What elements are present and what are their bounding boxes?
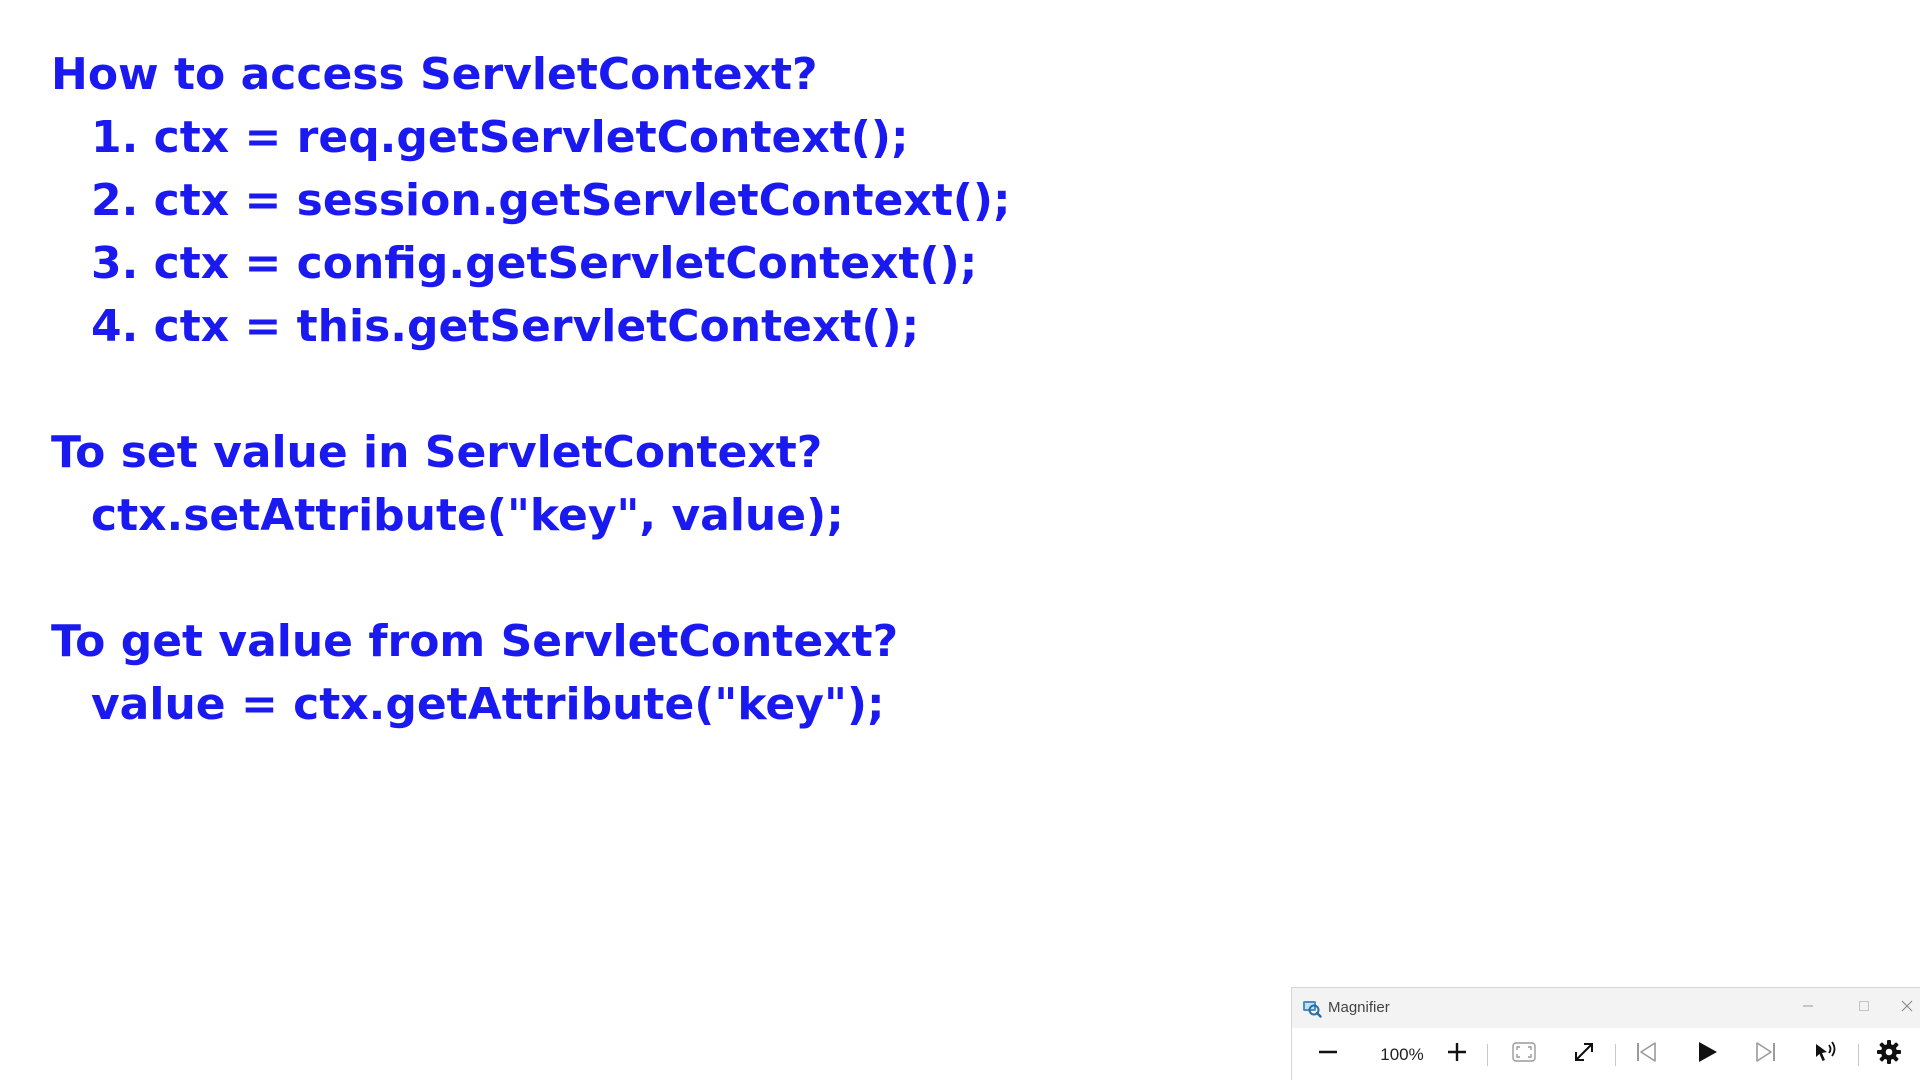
close-button[interactable]	[1892, 988, 1920, 1028]
toolbar-separator	[1615, 1044, 1616, 1066]
magnifier-app-icon	[1302, 998, 1322, 1018]
play-icon	[1695, 1040, 1719, 1069]
magnifier-toolbar: 100%	[1292, 1028, 1920, 1080]
minus-icon	[1317, 1041, 1339, 1068]
list-item: 4. ctx = this.getServletContext();	[91, 301, 920, 352]
close-icon	[1901, 999, 1913, 1017]
play-button[interactable]	[1685, 1028, 1729, 1080]
previous-button[interactable]	[1624, 1028, 1668, 1080]
zoom-level: 100%	[1380, 1044, 1424, 1064]
list-item: 2. ctx = session.getServletContext();	[91, 175, 1011, 226]
code-line-get: value = ctx.getAttribute("key");	[91, 679, 885, 730]
heading-set-value: To set value in ServletContext?	[51, 427, 823, 478]
heading-access: How to access ServletContext?	[51, 49, 818, 100]
code-line-set: ctx.setAttribute("key", value);	[91, 490, 844, 541]
expand-button[interactable]	[1562, 1028, 1606, 1080]
magnifier-title: Magnifier	[1328, 999, 1390, 1016]
toolbar-separator	[1858, 1044, 1859, 1066]
maximize-button[interactable]	[1836, 988, 1892, 1028]
read-from-here-button[interactable]	[1804, 1028, 1848, 1080]
skip-next-icon	[1754, 1040, 1778, 1069]
minimize-icon	[1802, 999, 1814, 1017]
skip-previous-icon	[1634, 1040, 1658, 1069]
list-item: 1. ctx = req.getServletContext();	[91, 112, 909, 163]
next-button[interactable]	[1744, 1028, 1788, 1080]
heading-get-value: To get value from ServletContext?	[51, 616, 899, 667]
plus-icon	[1446, 1041, 1468, 1068]
magnifier-window: Magnifier 100%	[1291, 987, 1920, 1080]
fit-screen-button[interactable]	[1502, 1028, 1546, 1080]
expand-icon	[1572, 1040, 1596, 1069]
gear-icon	[1876, 1039, 1902, 1070]
toolbar-separator	[1487, 1044, 1488, 1066]
zoom-out-button[interactable]	[1308, 1028, 1348, 1080]
list-item: 3. ctx = config.getServletContext();	[91, 238, 978, 289]
maximize-icon	[1858, 999, 1870, 1017]
fit-screen-icon	[1512, 1042, 1536, 1067]
read-from-here-icon	[1813, 1039, 1839, 1070]
minimize-button[interactable]	[1780, 988, 1836, 1028]
magnifier-titlebar[interactable]: Magnifier	[1292, 988, 1920, 1028]
zoom-in-button[interactable]	[1437, 1028, 1477, 1080]
settings-button[interactable]	[1867, 1028, 1911, 1080]
